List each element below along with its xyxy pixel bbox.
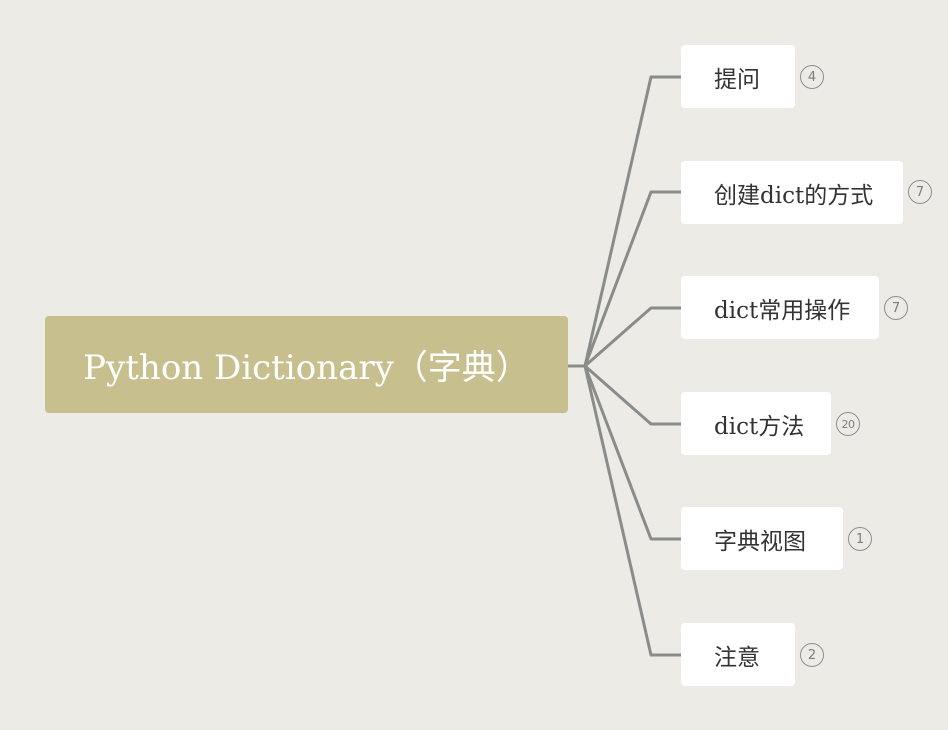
topic-dict-operations[interactable]: dict常用操作 [681,276,879,339]
subtopic-count-badge[interactable]: 7 [908,180,932,204]
topic-label: 创建dict的方式 [714,182,874,209]
connector-topic-2 [583,190,683,368]
topic-label: 提问 [714,66,760,93]
connector-topic-4 [583,364,683,426]
topic-label: dict方法 [714,413,805,440]
connector-topic-5 [583,364,683,541]
subtopic-count-badge[interactable]: 7 [884,296,908,320]
connector-topic-3 [583,306,683,368]
central-topic-label: Python Dictionary（字典） [83,348,530,388]
subtopic-count-badge[interactable]: 2 [800,643,824,667]
topic-notes[interactable]: 注意 [681,623,795,686]
topic-label: dict常用操作 [714,297,851,324]
topic-label: 字典视图 [714,528,806,555]
central-topic[interactable]: Python Dictionary（字典） [45,316,568,413]
topic-dict-views[interactable]: 字典视图 [681,507,843,570]
mind-map-canvas: Python Dictionary（字典） 提问 4 创建dict的方式 7 d… [0,0,948,730]
topic-label: 注意 [714,644,760,671]
subtopic-count-badge[interactable]: 4 [800,65,824,89]
subtopic-count-badge[interactable]: 1 [848,527,872,551]
topic-questions[interactable]: 提问 [681,45,795,108]
topic-dict-methods[interactable]: dict方法 [681,392,831,455]
subtopic-count-badge[interactable]: 20 [836,412,860,436]
topic-create-dict[interactable]: 创建dict的方式 [681,161,903,224]
